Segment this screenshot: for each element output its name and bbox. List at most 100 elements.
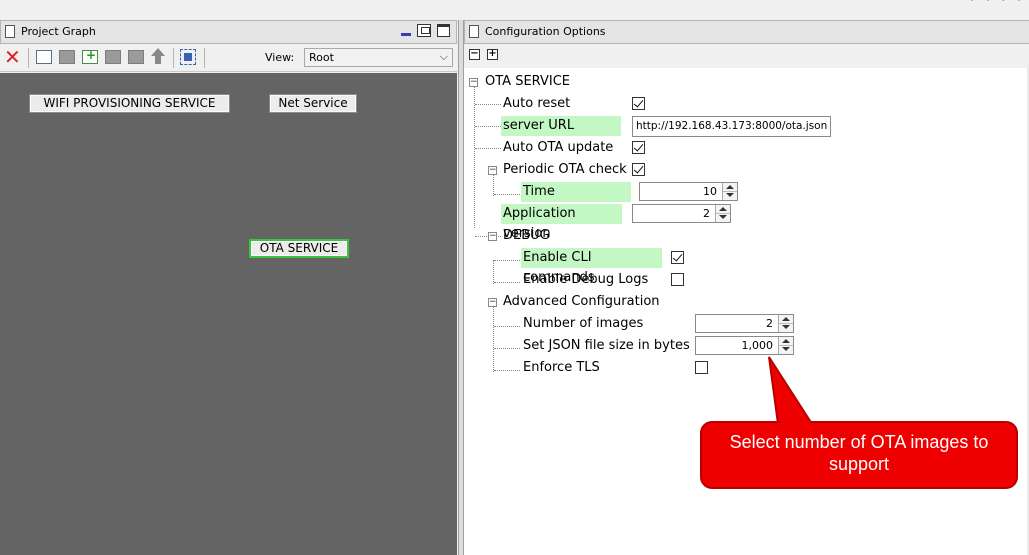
tree-root-ota-service[interactable]: OTA SERVICE [483, 72, 570, 92]
tree-line [494, 260, 520, 261]
new-component-icon[interactable] [36, 50, 52, 64]
number-of-images-spinner[interactable]: 2 [695, 314, 794, 333]
component-gray-icon-3[interactable] [128, 50, 144, 64]
application-version-spinner[interactable]: 2 [632, 204, 731, 223]
tree-line [494, 282, 520, 283]
enable-debug-logs-checkbox[interactable] [671, 273, 684, 286]
window-buttons [401, 24, 450, 37]
spin-down-icon[interactable] [782, 347, 790, 351]
tree-line [493, 260, 494, 284]
server-url-label: server URL [501, 116, 621, 136]
time-interval-label: Time inerval(sec) [521, 182, 631, 219]
json-file-size-spinner[interactable]: 1,000 [695, 336, 794, 355]
number-of-images-label: Number of images [523, 316, 644, 331]
app-window: · · · · Project Graph ✕ View: [0, 0, 1029, 555]
node-ota-service[interactable]: OTA SERVICE [249, 239, 349, 258]
spin-down-icon[interactable] [782, 325, 790, 329]
spin-up-icon[interactable] [782, 339, 790, 343]
collapse-icon[interactable]: − [488, 298, 497, 307]
float-window-icon[interactable] [417, 24, 431, 37]
project-graph-panel: Project Graph ✕ View: Root ⌵ [0, 20, 459, 555]
project-graph-title: Project Graph [21, 25, 96, 38]
spinner-buttons[interactable] [778, 315, 793, 332]
time-interval-spinner[interactable]: 10 [639, 182, 738, 201]
minimize-icon[interactable] [401, 33, 411, 36]
collapse-icon[interactable]: − [488, 166, 497, 175]
view-label: View: [265, 51, 295, 64]
tree-line [493, 172, 494, 196]
node-wifi-provisioning[interactable]: WIFI PROVISIONING SERVICE [29, 94, 230, 113]
project-graph-titlebar: Project Graph [0, 20, 457, 44]
tree-line [494, 348, 520, 349]
tree-line [494, 194, 520, 195]
maximize-icon[interactable] [437, 24, 450, 37]
time-interval-value: 10 [703, 185, 717, 198]
spin-up-icon[interactable] [782, 317, 790, 321]
toolbar-separator [173, 48, 174, 68]
top-strip: · · · · [0, 0, 1029, 20]
view-select-value: Root [309, 51, 334, 64]
callout-annotation: Select number of OTA images to support [700, 421, 1018, 489]
tree-line [493, 304, 494, 372]
node-label: Net Service [278, 96, 348, 110]
json-file-size-value: 1,000 [741, 339, 774, 352]
spin-down-icon[interactable] [726, 193, 734, 197]
application-version-label: Application version [501, 204, 622, 241]
config-titlebar: Configuration Options [464, 20, 1029, 44]
periodic-ota-check-label: Periodic OTA check [503, 162, 627, 177]
auto-reset-checkbox[interactable] [632, 97, 645, 110]
auto-ota-update-label: Auto OTA update [503, 140, 614, 155]
spinner-buttons[interactable] [778, 337, 793, 354]
advanced-configuration-label[interactable]: Advanced Configuration [501, 292, 660, 312]
json-file-size-label: Set JSON file size in bytes [523, 338, 690, 353]
overflow-dots-icon[interactable]: · · · · [970, 0, 1025, 7]
toolbar-separator [204, 48, 205, 68]
expand-all-button[interactable]: + [487, 49, 498, 60]
collapse-all-button[interactable]: − [469, 49, 480, 60]
auto-reset-label: Auto reset [503, 96, 571, 111]
graph-canvas[interactable]: WIFI PROVISIONING SERVICE Net Service OT… [0, 73, 457, 555]
number-of-images-value: 2 [766, 317, 773, 330]
node-label: WIFI PROVISIONING SERVICE [43, 96, 216, 110]
enable-debug-logs-label: Enable Debug Logs [523, 272, 649, 287]
up-arrow-icon[interactable] [151, 48, 165, 64]
spinner-buttons[interactable] [722, 183, 737, 200]
node-net-service[interactable]: Net Service [269, 94, 357, 113]
tree-line [475, 148, 501, 149]
add-component-icon[interactable] [82, 48, 98, 64]
view-select[interactable]: Root ⌵ [304, 48, 453, 67]
debug-label[interactable]: DEBUG [501, 226, 550, 246]
toolbar-separator [28, 48, 29, 68]
tree-line [494, 370, 520, 371]
server-url-value: http://192.168.43.173:8000/ota.json [636, 120, 828, 132]
graph-toolbar: ✕ View: Root ⌵ [0, 44, 457, 72]
fit-view-icon[interactable] [180, 49, 196, 65]
application-version-value: 2 [703, 207, 710, 220]
server-url-input[interactable]: http://192.168.43.173:8000/ota.json [632, 116, 831, 137]
page-icon [469, 25, 479, 38]
tree-line [475, 104, 501, 105]
component-gray-icon[interactable] [59, 50, 75, 64]
spin-up-icon[interactable] [719, 207, 727, 211]
spin-up-icon[interactable] [726, 185, 734, 189]
enable-cli-label: Enable CLI commands [521, 248, 662, 285]
callout-text-line1: Select number of OTA images to [729, 432, 989, 452]
spin-down-icon[interactable] [719, 215, 727, 219]
page-icon [5, 25, 15, 38]
enforce-tls-checkbox[interactable] [695, 361, 708, 374]
callout-text-line2: support [828, 454, 890, 474]
tree-line [494, 326, 520, 327]
collapse-icon[interactable]: − [469, 78, 478, 87]
auto-ota-update-checkbox[interactable] [632, 141, 645, 154]
enable-cli-checkbox[interactable] [671, 251, 684, 264]
spinner-buttons[interactable] [715, 205, 730, 222]
delete-red-x-icon[interactable]: ✕ [4, 47, 21, 67]
chevron-down-icon: ⌵ [439, 50, 448, 63]
periodic-ota-check-checkbox[interactable] [632, 163, 645, 176]
node-label: OTA SERVICE [259, 241, 339, 255]
collapse-icon[interactable]: − [488, 232, 497, 241]
config-title: Configuration Options [485, 25, 606, 38]
enforce-tls-label: Enforce TLS [523, 360, 600, 375]
component-gray-icon-2[interactable] [105, 50, 121, 64]
tree-line [475, 126, 501, 127]
